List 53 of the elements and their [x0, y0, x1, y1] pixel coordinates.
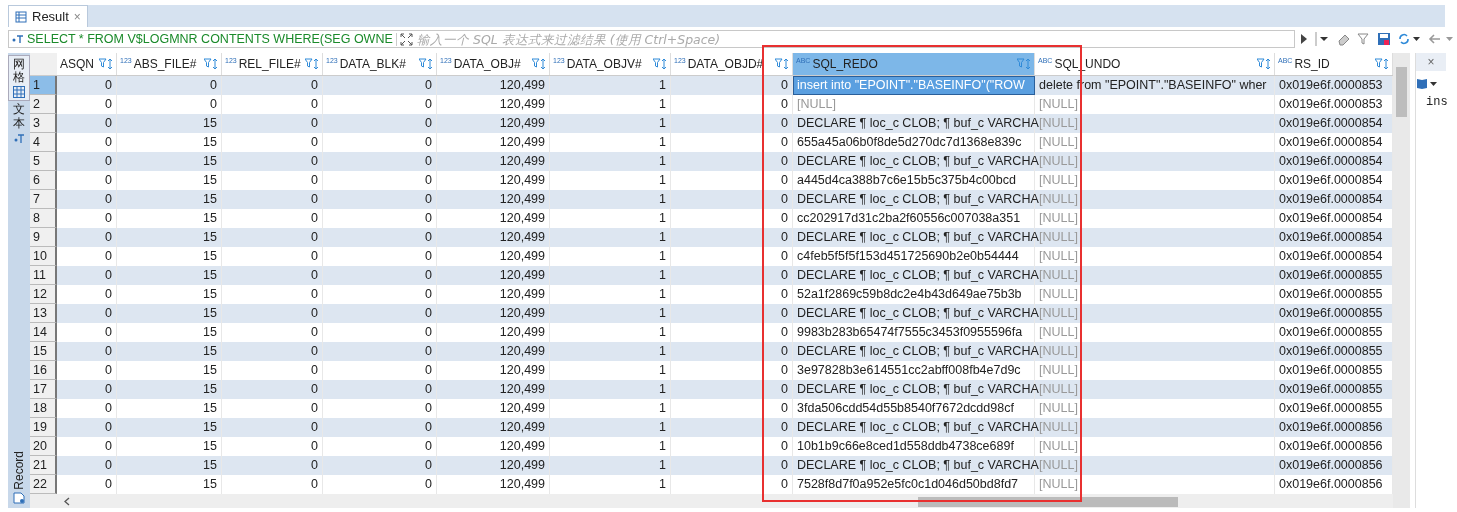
filter-sort-icon[interactable] — [99, 58, 113, 70]
row-number[interactable]: 6 — [30, 171, 57, 190]
row-number[interactable]: 9 — [30, 228, 57, 247]
row-number[interactable]: 14 — [30, 323, 57, 342]
record-icon — [13, 492, 25, 504]
row-number[interactable]: 11 — [30, 266, 57, 285]
view-tab[interactable]: 文本 — [9, 101, 29, 146]
filter-sort-icon[interactable] — [532, 58, 546, 70]
filter-sort-icon[interactable] — [204, 58, 218, 70]
column-header[interactable]: ASQN — [57, 53, 117, 75]
row-number[interactable]: 5 — [30, 152, 57, 171]
dropdown-icon[interactable] — [1315, 32, 1331, 46]
text-icon — [14, 131, 24, 144]
row-number[interactable]: 1 — [30, 76, 57, 95]
panel-text: ins — [1425, 95, 1446, 109]
filter-sort-icon[interactable] — [775, 58, 789, 70]
horizontal-scrollbar[interactable] — [30, 494, 1393, 508]
table-cell: insert into "EPOINT"."BASEINFO"("ROW — [793, 76, 1035, 95]
row-number[interactable]: 3 — [30, 114, 57, 133]
row-number[interactable]: 2 — [30, 95, 57, 114]
save-icon[interactable] — [1377, 32, 1391, 46]
result-tab[interactable]: Result × — [8, 5, 88, 27]
filter-icon[interactable] — [1357, 32, 1371, 46]
row-number[interactable]: 22 — [30, 475, 57, 494]
table-icon — [15, 10, 27, 23]
back-arrow-icon[interactable] — [1427, 32, 1455, 46]
scroll-left-icon[interactable] — [64, 496, 70, 506]
row-number[interactable]: 17 — [30, 380, 57, 399]
filter-sort-icon[interactable] — [1375, 58, 1389, 70]
eraser-icon[interactable] — [1337, 32, 1351, 46]
row-number[interactable]: 10 — [30, 247, 57, 266]
book-icon[interactable] — [1416, 77, 1438, 89]
row-number[interactable]: 8 — [30, 209, 57, 228]
filter-sort-icon[interactable] — [419, 58, 433, 70]
grid-icon — [13, 86, 25, 99]
record-tab[interactable]: Record — [12, 451, 26, 508]
vertical-scrollbar[interactable] — [1393, 53, 1410, 508]
filter-sort-icon[interactable] — [653, 58, 667, 70]
row-number[interactable]: 20 — [30, 437, 57, 456]
refresh-icon[interactable] — [1397, 32, 1421, 46]
row-number[interactable]: 18 — [30, 399, 57, 418]
row-number[interactable]: 7 — [30, 190, 57, 209]
row-number[interactable]: 15 — [30, 342, 57, 361]
row-number[interactable]: 12 — [30, 285, 57, 304]
row-number[interactable]: 19 — [30, 418, 57, 437]
row-number[interactable]: 21 — [30, 456, 57, 475]
filter-sort-icon[interactable] — [305, 58, 319, 70]
play-icon[interactable] — [1299, 33, 1309, 45]
filter-sort-icon[interactable] — [1257, 58, 1271, 70]
row-number[interactable]: 13 — [30, 304, 57, 323]
row-number[interactable]: 4 — [30, 133, 57, 152]
row-number[interactable]: 16 — [30, 361, 57, 380]
view-tab[interactable]: 网格 — [8, 55, 30, 102]
